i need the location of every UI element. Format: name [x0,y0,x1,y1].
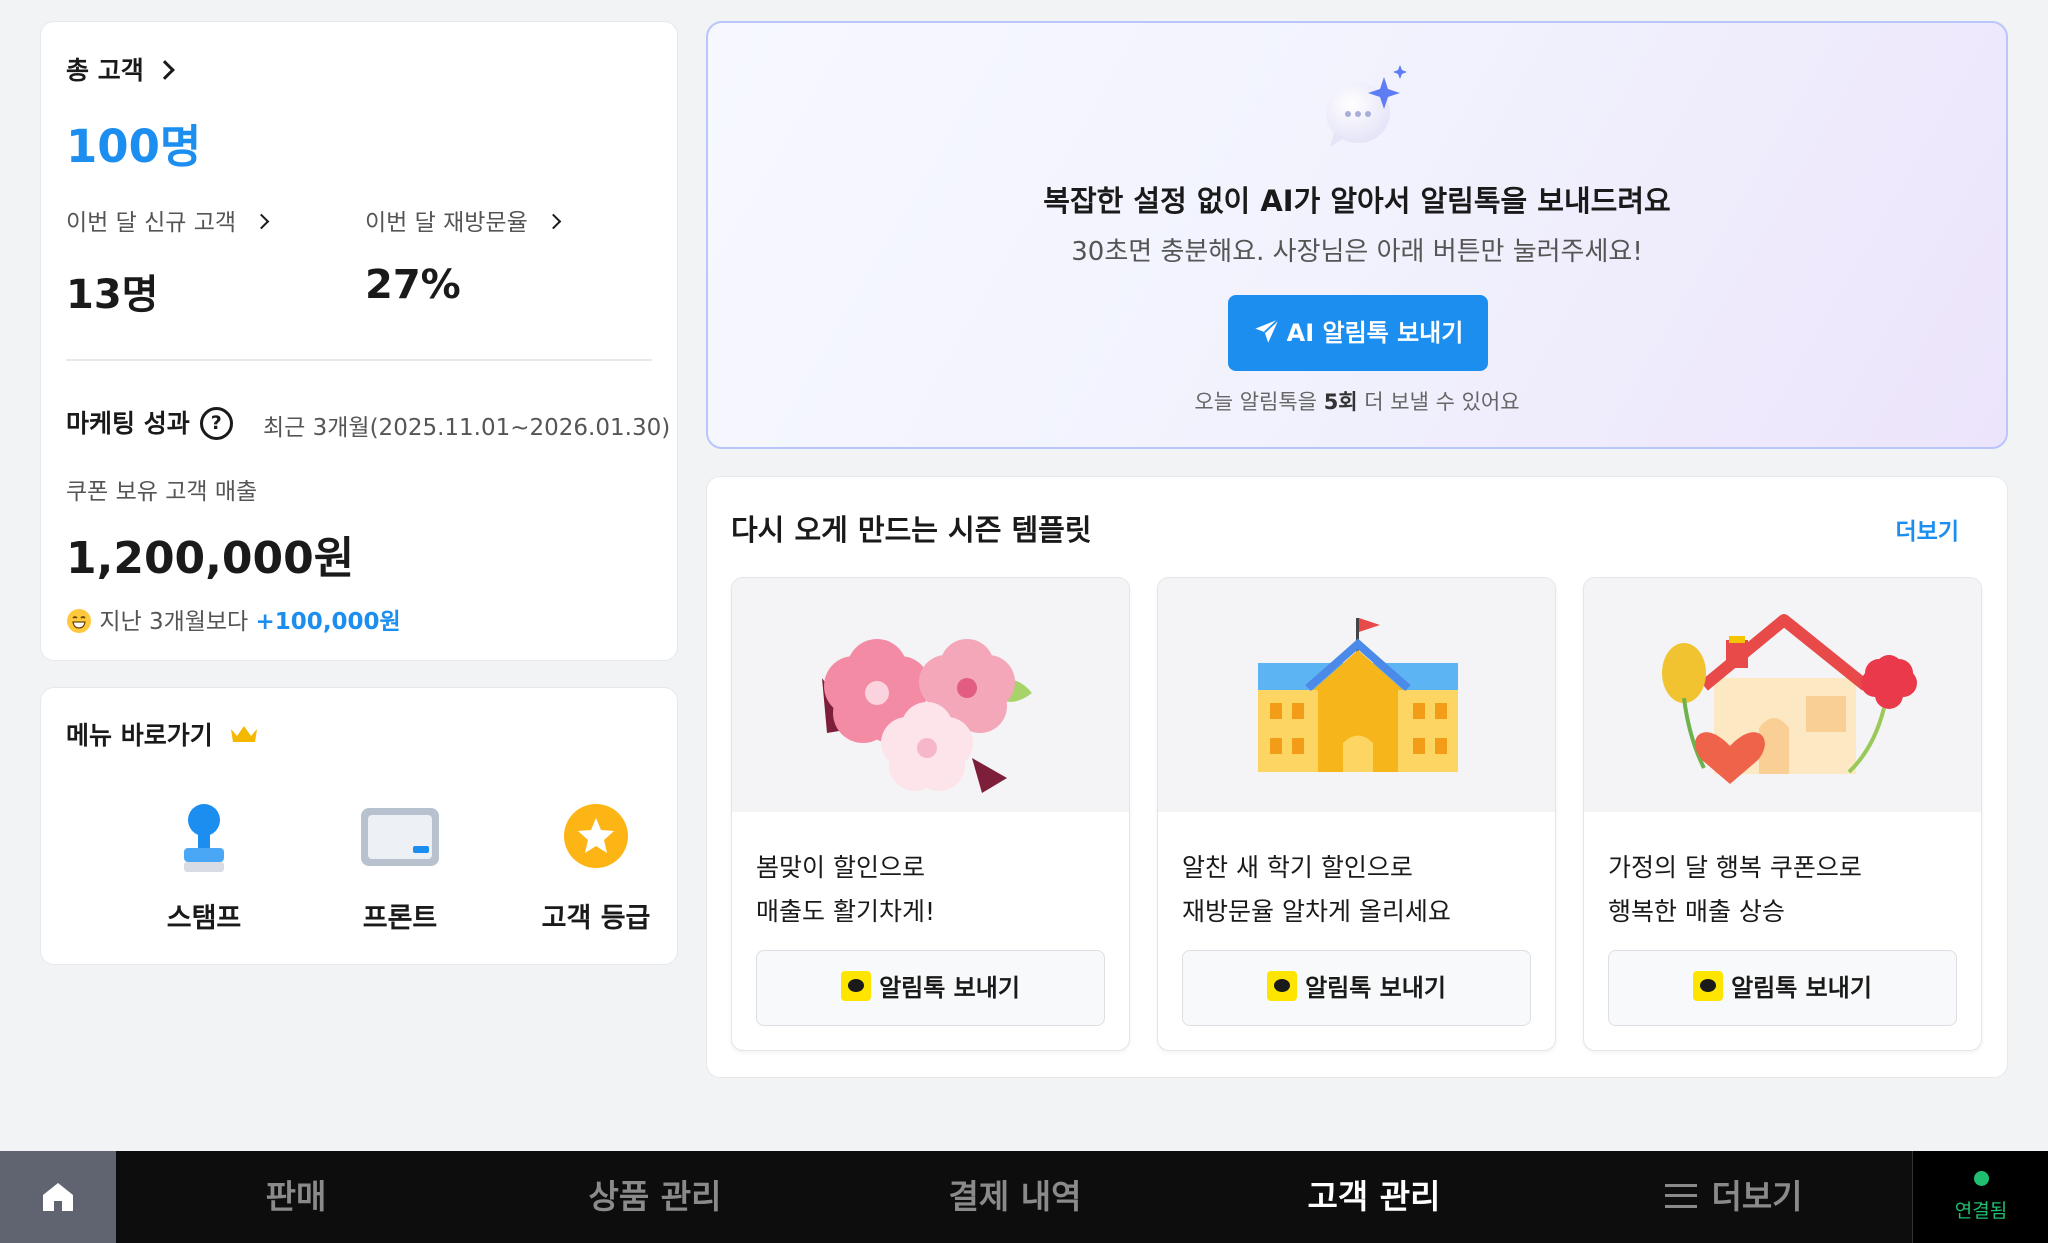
kakao-talk-icon [1693,971,1724,1001]
customer-summary-card: 총 고객 100명 이번 달 신규 고객 13명 이번 달 재방문율 27% 마… [40,21,678,661]
note-suffix: 더 보낼 수 있어요 [1357,390,1520,414]
marketing-title: 마케팅 성과? [66,404,233,442]
coupon-sales-label: 쿠폰 보유 고객 매출 [66,479,258,505]
family-house-image [1584,578,1981,812]
season-more-link[interactable]: 더보기 [1896,512,1959,546]
status-dot-icon [1973,1171,1989,1186]
nav-item-sales[interactable]: 판매 [146,1151,446,1243]
revisit-rate-link[interactable]: 이번 달 재방문율 [365,203,562,237]
template-line-2: 행복한 매출 상승 [1608,897,1785,926]
send-button-label: 알림톡 보내기 [879,974,1020,1002]
template-line-2: 재방문율 알차게 올리세요 [1182,897,1451,926]
star-badge-icon [551,798,641,878]
nav-item-customers[interactable]: 고객 관리 [1224,1151,1524,1243]
menu-shortcuts-card: 메뉴 바로가기 스탬프 프론트 고객 등급 [40,687,678,965]
connection-status-label: 연결됨 [1954,1200,2008,1222]
ai-remaining-note: 오늘 알림톡을 5회 더 보낼 수 있어요 [708,386,2006,416]
send-button-label: 알림톡 보내기 [1305,974,1446,1002]
send-alimtalk-button[interactable]: 알림톡 보내기 [756,950,1105,1026]
send-alimtalk-button[interactable]: 알림톡 보내기 [1608,950,1957,1026]
template-description: 알찬 새 학기 할인으로 재방문율 알차게 올리세요 [1182,846,1451,934]
tablet-icon [355,798,445,878]
coupon-sales-value: 1,200,000원 [66,533,355,584]
ai-button-label: AI 알림톡 보내기 [1286,319,1464,347]
total-customers-link[interactable]: 총 고객 [66,51,175,87]
new-customers-link[interactable]: 이번 달 신규 고객 [66,203,270,237]
total-customers-value: 100명 [66,120,202,173]
template-card-spring[interactable]: 봄맞이 할인으로 매출도 활기차게! 알림톡 보내기 [731,577,1130,1051]
menu-item-label: 고객 등급 [541,903,651,934]
template-card-family[interactable]: 가정의 달 행복 쿠폰으로 행복한 매출 상승 알림톡 보내기 [1583,577,1982,1051]
ai-banner-title: 복잡한 설정 없이 AI가 알아서 알림톡을 보내드려요 [1043,184,1671,218]
revisit-rate-value: 27% [365,262,461,308]
help-icon[interactable]: ? [199,406,233,440]
template-description: 봄맞이 할인으로 매출도 활기차게! [756,846,935,934]
connection-status: 연결됨 [1912,1151,2048,1243]
home-icon [43,1183,73,1211]
marketing-label: 마케팅 성과 [66,409,190,438]
season-template-section: 다시 오게 만드는 시즌 템플릿 더보기 봄맞이 할인으로 매출도 활기차게! … [706,476,2008,1078]
ai-banner-subtitle: 30초면 충분해요. 사장님은 아래 버튼만 눌러주세요! [1071,237,1643,267]
cherry-blossom-image [732,578,1129,812]
template-card-school[interactable]: 알찬 새 학기 할인으로 재방문율 알차게 올리세요 알림톡 보내기 [1157,577,1556,1051]
template-line-1: 가정의 달 행복 쿠폰으로 [1608,853,1862,882]
revisit-rate-label: 이번 달 재방문율 [365,210,528,236]
grin-emoji-icon [67,608,91,633]
nav-item-payments[interactable]: 결제 내역 [865,1151,1165,1243]
bottom-navigation: 판매 상품 관리 결제 내역 고객 관리 더보기 연결됨 [0,1151,2048,1243]
total-customers-label: 총 고객 [66,56,144,85]
menu-item-customer-grade[interactable]: 고객 등급 [516,798,676,935]
nav-home-button[interactable] [0,1151,116,1243]
chevron-right-icon [545,213,562,230]
note-prefix: 오늘 알림톡을 [1194,390,1324,414]
divider [66,359,652,361]
season-title: 다시 오게 만드는 시즌 템플릿 [731,513,1092,547]
note-count: 5회 [1323,390,1358,414]
nav-item-products[interactable]: 상품 관리 [505,1151,805,1243]
menu-item-label: 스탬프 [166,903,242,934]
ai-alimtalk-banner: 복잡한 설정 없이 AI가 알아서 알림톡을 보내드려요 30초면 충분해요. … [706,21,2008,449]
menu-item-label: 프론트 [362,903,438,934]
menu-item-front[interactable]: 프론트 [320,798,480,935]
ai-alimtalk-send-button[interactable]: AI 알림톡 보내기 [1228,295,1488,371]
menu-title: 메뉴 바로가기 [66,716,259,752]
kakao-talk-icon [1267,971,1298,1001]
marketing-period: 최근 3개월(2025.11.01~2026.01.30) [263,415,671,441]
ai-chat-sparkle-icon [1318,63,1408,157]
template-line-2: 매출도 활기차게! [756,897,935,926]
nav-more-label: 더보기 [1711,1177,1803,1216]
send-plane-icon [1254,318,1279,343]
comparison-delta: +100,000원 [255,609,401,635]
new-customers-label: 이번 달 신규 고객 [66,210,237,236]
template-line-1: 알찬 새 학기 할인으로 [1182,853,1413,882]
menu-title-label: 메뉴 바로가기 [66,721,213,750]
nav-item-more[interactable]: 더보기 [1584,1151,1884,1243]
stamp-icon [159,798,249,878]
kakao-talk-icon [841,971,872,1001]
chevron-right-icon [154,60,175,80]
school-building-image [1158,578,1555,812]
menu-icon [1665,1183,1698,1208]
template-description: 가정의 달 행복 쿠폰으로 행복한 매출 상승 [1608,846,1862,934]
send-button-label: 알림톡 보내기 [1731,974,1872,1002]
menu-item-stamp[interactable]: 스탬프 [124,798,284,935]
crown-icon [231,726,258,742]
send-alimtalk-button[interactable]: 알림톡 보내기 [1182,950,1531,1026]
sales-comparison: 지난 3개월보다 +100,000원 [66,602,401,636]
chevron-right-icon [253,213,270,230]
comparison-text: 지난 3개월보다 [99,609,249,635]
new-customers-value: 13명 [66,272,159,318]
template-line-1: 봄맞이 할인으로 [756,853,925,882]
